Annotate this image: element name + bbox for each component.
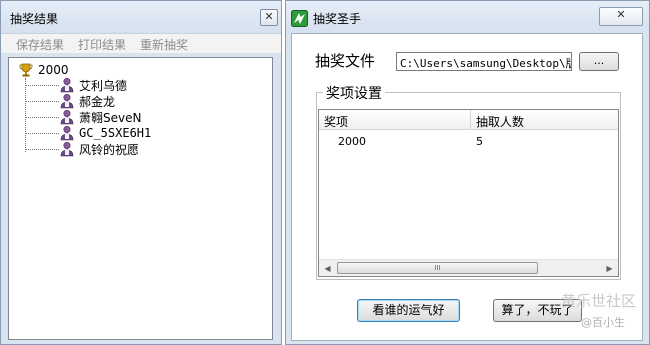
horizontal-scrollbar[interactable]: ◀ III ▶ [319,259,618,276]
close-icon[interactable]: ✕ [260,9,278,26]
person-icon [60,141,74,157]
result-window-titlebar[interactable]: 抽奖结果 ✕ [1,1,281,33]
scroll-right-icon[interactable]: ▶ [601,260,618,277]
prize-list[interactable]: 奖项 抽取人数 2000 5 ◀ III ▶ [318,109,619,277]
main-window-titlebar[interactable]: 抽奖圣手 ✕ [286,1,649,33]
winner-name: 艾利乌德 [79,78,128,93]
watermark: 黄乐世社区 [561,292,637,310]
person-icon [60,109,74,125]
prize-cell: 2000 [338,135,366,148]
browse-button[interactable]: ... [579,52,619,71]
prize-list-header: 奖项 抽取人数 [319,110,618,130]
prize-settings-label: 奖项设置 [323,83,385,103]
person-icon [60,125,74,141]
winner-name: 萧翱SeveN [79,110,142,125]
tree-winner-node[interactable]: 萧翱SeveN [25,109,141,125]
person-icon [60,93,74,109]
winner-name: GC_5SXE6H1 [79,126,152,140]
count-cell: 5 [476,135,483,148]
tree-winner-node[interactable]: 风铃的祝愿 [25,141,139,157]
result-window-title: 抽奖结果 [10,12,59,26]
tree-root-node[interactable]: 2000 [19,62,69,78]
close-icon[interactable]: ✕ [599,7,643,26]
column-header-prize[interactable]: 奖项 [324,113,348,130]
scrollbar-thumb[interactable]: III [337,262,538,274]
file-path-field[interactable]: C:\Users\samsung\Desktop\版块 [396,52,572,71]
winner-tree[interactable]: 2000 艾利乌德 郝金龙 萧翱SeveN GC_5SXE6H1 风铃的祝愿 [8,57,273,340]
draw-button[interactable]: 看谁的运气好 [357,299,460,322]
result-window: 抽奖结果 ✕ 保存结果 打印结果 重新抽奖 2000 艾利乌德 郝金龙 萧翱Se… [0,0,282,345]
watermark-author: @百小生 [581,316,625,329]
main-window-title: 抽奖圣手 [313,12,362,26]
person-icon [60,77,74,93]
prize-settings-group: 奖项设置 奖项 抽取人数 2000 5 ◀ III ▶ [316,83,621,280]
winner-name: 风铃的祝愿 [79,142,140,157]
column-header-count[interactable]: 抽取人数 [476,113,524,130]
menu-save-results[interactable]: 保存结果 [16,36,64,53]
result-menubar: 保存结果 打印结果 重新抽奖 [1,33,281,53]
menu-print-results[interactable]: 打印结果 [78,36,126,53]
scroll-left-icon[interactable]: ◀ [319,260,336,277]
tree-winner-node[interactable]: 艾利乌德 [25,77,127,93]
menu-redraw[interactable]: 重新抽奖 [140,36,188,53]
trophy-icon [19,63,33,77]
tree-winner-node[interactable]: 郝金龙 [25,93,115,109]
file-label: 抽奖文件 [315,52,376,70]
app-icon [291,10,308,27]
tree-root-label: 2000 [38,63,69,77]
winner-name: 郝金龙 [79,94,116,109]
tree-winner-node[interactable]: GC_5SXE6H1 [25,125,151,141]
